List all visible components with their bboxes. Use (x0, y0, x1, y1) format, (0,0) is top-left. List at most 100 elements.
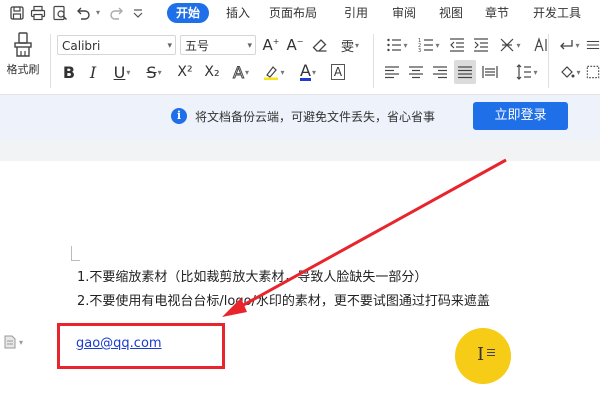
ribbon-divider (50, 34, 51, 88)
align-left-button[interactable] (383, 62, 401, 82)
pinyin-button[interactable]: 雯 ▾ (336, 35, 364, 55)
borders-button[interactable] (586, 62, 600, 82)
grow-font-icon: A+ (262, 36, 280, 54)
chevron-down-icon: ▾ (247, 41, 252, 51)
superscript-button[interactable]: X² (174, 62, 196, 82)
more-paragraph-button[interactable] (586, 35, 600, 55)
chinese-layout-button[interactable]: ▾ (496, 35, 524, 55)
line-break-button[interactable]: ▾ (555, 35, 583, 55)
font-color-button[interactable]: A ▾ (294, 62, 322, 82)
font-color-icon: A (300, 60, 311, 81)
font-name-value: Calibri (62, 39, 101, 53)
decrease-indent-button[interactable] (447, 35, 467, 55)
ribbon: 格式刷 Calibri ▾ 五号 ▾ A+ A− 雯 ▾ B I U ▾ S ▾ X²… (0, 26, 600, 95)
distribute-icon (482, 66, 498, 78)
shrink-font-icon: A− (286, 36, 304, 54)
page-margin-corner-mark (71, 246, 80, 261)
document-paragraph-2[interactable]: 2.不要使用有电视台台标/logo/水印的素材，更不要试图通过打码来遮盖 (77, 290, 490, 309)
distributed-align-button[interactable] (480, 62, 500, 82)
highlighter-icon (264, 66, 279, 80)
italic-button[interactable]: I (84, 62, 102, 82)
subscript-button[interactable]: X₂ (201, 62, 223, 82)
align-center-button[interactable] (407, 62, 425, 82)
text-cursor-icon: I (477, 344, 485, 365)
border-icon (586, 65, 600, 79)
print-preview-icon[interactable] (51, 4, 68, 21)
tab-page-layout[interactable]: 页面布局 (269, 3, 317, 23)
line-break-icon (560, 40, 574, 50)
line-spacing-icon (517, 64, 532, 80)
align-justify-icon (458, 66, 472, 79)
undo-dropdown-icon[interactable]: ▾ (93, 4, 103, 21)
tab-developer[interactable]: 开发工具 (533, 3, 581, 23)
bold-button[interactable]: B (60, 62, 78, 82)
info-icon: i (171, 108, 187, 124)
bold-icon: B (62, 62, 76, 82)
justify-button[interactable] (454, 60, 476, 84)
paragraph-handle[interactable]: ▾ (4, 335, 28, 349)
ribbon-divider (373, 34, 374, 88)
text-effect-button[interactable]: A ▾ (228, 62, 254, 82)
bullets-button[interactable]: ▾ (383, 35, 411, 55)
decrease-indent-icon (450, 38, 464, 52)
document-paragraph-1[interactable]: 1.不要缩放素材（比如裁剪放大素材，导致人脸缺失一部分） (77, 266, 427, 285)
clear-format-button[interactable] (311, 35, 329, 55)
align-right-button[interactable] (431, 62, 449, 82)
shading-button[interactable]: ▾ (555, 62, 585, 82)
cloud-backup-banner: i 将文档备份云端，可避免文件丢失，省心省事 立即登录 (0, 95, 600, 139)
svg-text:3: 3 (418, 48, 421, 53)
document-icon (4, 335, 16, 349)
chevron-down-icon: ▾ (167, 41, 172, 51)
format-painter-label: 格式刷 (6, 63, 40, 76)
subscript-icon: X₂ (204, 64, 220, 80)
grow-font-button[interactable]: A+ (262, 35, 280, 55)
italic-icon: I (89, 62, 97, 82)
align-right-icon (433, 66, 447, 79)
font-size-select[interactable]: 五号 ▾ (180, 35, 256, 55)
sort-icon (534, 37, 547, 52)
tab-view[interactable]: 视图 (439, 3, 463, 23)
pinyin-icon: 雯 (340, 39, 354, 55)
document-page[interactable] (0, 161, 600, 410)
login-button[interactable]: 立即登录 (473, 102, 568, 130)
format-painter-button[interactable]: 格式刷 (2, 30, 44, 88)
redo-icon[interactable] (108, 4, 125, 21)
numbering-button[interactable]: 1 2 3 ▾ (415, 35, 443, 55)
cursor-highlight: I (455, 328, 511, 384)
highlight-button[interactable]: ▾ (260, 62, 288, 82)
page-gap (0, 139, 600, 161)
bullet-list-icon (387, 38, 402, 52)
chinese-layout-icon (501, 38, 514, 52)
ribbon-divider (548, 34, 549, 88)
align-center-icon (409, 66, 423, 79)
numbered-list-icon: 123 (418, 38, 434, 53)
tab-sections[interactable]: 章节 (485, 3, 509, 23)
tab-review[interactable]: 审阅 (392, 3, 416, 23)
strikethrough-icon: S (146, 62, 157, 82)
indent-marker-icon (586, 40, 600, 50)
font-name-select[interactable]: Calibri ▾ (57, 35, 176, 55)
undo-icon[interactable] (74, 4, 91, 21)
underline-button[interactable]: U ▾ (108, 62, 136, 82)
strikethrough-button[interactable]: S ▾ (141, 62, 167, 82)
paint-bucket-icon (561, 66, 575, 78)
increase-indent-button[interactable] (471, 35, 491, 55)
print-icon[interactable] (29, 4, 46, 21)
tab-references[interactable]: 引用 (344, 3, 368, 23)
tab-home[interactable]: 开始 (167, 3, 210, 23)
increase-indent-icon (474, 38, 488, 52)
format-painter-icon (14, 32, 32, 57)
highlight-annotation-box (57, 323, 225, 369)
save-icon[interactable] (8, 4, 25, 21)
eraser-icon (312, 39, 327, 52)
align-left-icon (385, 66, 399, 79)
tab-insert[interactable]: 插入 (226, 3, 250, 23)
customize-icon[interactable] (132, 4, 144, 21)
superscript-icon: X² (177, 64, 193, 80)
line-spacing-button[interactable]: ▾ (512, 62, 542, 82)
text-effect-icon: A (233, 62, 245, 82)
char-border-button[interactable]: A (329, 62, 347, 82)
font-size-value: 五号 (185, 39, 210, 53)
char-border-icon: A (330, 64, 346, 80)
shrink-font-button[interactable]: A− (286, 35, 304, 55)
